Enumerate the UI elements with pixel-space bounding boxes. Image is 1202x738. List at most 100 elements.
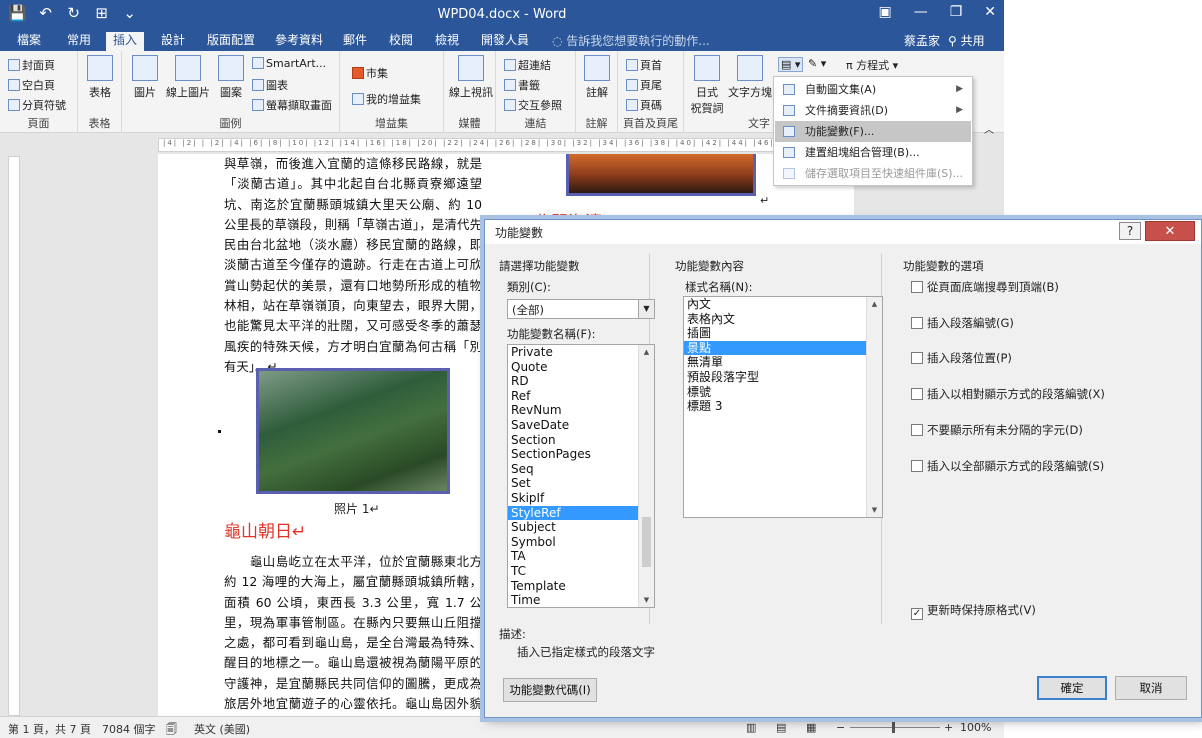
category-select[interactable]: (全部) ▼ [507,299,655,319]
hyperlink-button[interactable]: 超連結 [504,57,551,73]
zoom-slider-thumb[interactable] [892,722,895,733]
cover-page-button[interactable]: 封面頁 [8,57,55,73]
blank-page-button[interactable]: 空白頁 [8,77,55,93]
list-item[interactable]: TA [508,549,654,564]
equation-button[interactable]: π 方程式 ▾ [846,57,898,73]
store-button[interactable]: 市集 [352,65,388,81]
checkbox[interactable] [911,388,923,400]
scroll-up-icon[interactable]: ▲ [639,345,654,359]
list-item[interactable]: 標號 [684,385,882,400]
list-item[interactable]: 表格內文 [684,312,882,327]
tab-insert[interactable]: 插入 [106,32,145,51]
option-search-bottom[interactable]: 從頁面底端搜尋到頂端(B) [911,279,1059,295]
share-button[interactable]: ⚲ 共用 [948,32,985,49]
checkbox[interactable] [911,352,923,364]
tab-mailings[interactable]: 郵件 [336,32,374,51]
help-button[interactable]: ? [1119,222,1141,240]
menu-item-autotext[interactable]: 自動圖文集(A) ▶ [775,79,971,100]
list-item[interactable]: RD [508,374,654,389]
japanese-greeting-button[interactable]: 日式 祝賀詞 [688,55,726,116]
word-count[interactable]: 7084 個字 [102,721,156,737]
list-item[interactable]: 標題 3 [684,399,882,414]
my-addins-button[interactable]: 我的增益集 [352,91,421,107]
list-item[interactable]: Quote [508,360,654,375]
zoom-in-button[interactable]: + [944,721,953,734]
textbox-button[interactable]: 文字方塊 [728,55,772,100]
sunset-photo[interactable] [566,154,756,196]
list-item[interactable]: Private [508,345,654,360]
list-item-selected[interactable]: 景點 [684,340,882,356]
page-break-button[interactable]: 分頁符號 [8,97,66,113]
checkbox-checked[interactable]: ✓ [911,608,923,620]
quick-parts-button[interactable]: ▤ ▾ [778,57,804,72]
header-button[interactable]: 頁首 [626,57,662,73]
list-item[interactable]: TC [508,564,654,579]
list-item[interactable]: Time [508,593,654,607]
online-picture-button[interactable]: 線上圖片 [164,55,212,100]
tab-home[interactable]: 常用 [60,32,98,51]
zoom-slider[interactable] [850,727,940,728]
proofing-icon[interactable]: 🗐 [166,721,177,738]
list-item[interactable]: Set [508,476,654,491]
tab-view[interactable]: 檢視 [428,32,466,51]
chart-button[interactable]: 圖表 [252,77,288,93]
signature-line-button[interactable]: ✎ ▾ [808,57,826,70]
mountain-photo[interactable] [256,368,450,494]
list-item[interactable]: Template [508,579,654,594]
ribbon-display-icon[interactable]: ▣ [878,4,891,20]
picture-button[interactable]: 圖片 [126,55,164,100]
option-relative-number[interactable]: 插入以相對顯示方式的段落編號(X) [911,386,1105,402]
list-item-selected[interactable]: StyleRef [508,505,654,521]
list-item[interactable]: SectionPages [508,447,654,462]
menu-item-building-blocks[interactable]: 建置組塊組合管理(B)... [775,142,971,163]
list-item[interactable]: Seq [508,462,654,477]
read-mode-icon[interactable]: ▥ [746,721,756,734]
close-icon[interactable]: ✕ [984,4,996,20]
web-layout-icon[interactable]: ▦ [806,721,816,734]
list-item[interactable]: SkipIf [508,491,654,506]
list-item[interactable]: 預設段落字型 [684,370,882,385]
footer-button[interactable]: 頁尾 [626,77,662,93]
screenshot-button[interactable]: 螢幕擷取畫面 [252,97,332,113]
checkbox[interactable] [911,460,923,472]
chevron-down-icon[interactable]: ▼ [638,300,654,318]
shapes-button[interactable]: 圖案 [212,55,250,100]
cancel-button[interactable]: 取消 [1115,676,1187,700]
scroll-up-icon[interactable]: ▲ [867,297,882,311]
tab-developer[interactable]: 開發人員 [474,32,536,51]
ok-button[interactable]: 確定 [1037,676,1107,700]
list-item[interactable]: 內文 [684,297,882,312]
option-paragraph-position[interactable]: 插入段落位置(P) [911,350,1012,366]
list-item[interactable]: Symbol [508,535,654,550]
tab-design[interactable]: 設計 [154,32,192,51]
online-video-button[interactable]: 線上視訊 [448,55,494,100]
list-item[interactable]: 插圖 [684,326,882,341]
dialog-close-button[interactable]: ✕ [1145,221,1195,241]
checkbox[interactable] [911,281,923,293]
language-indicator[interactable]: 英文 (美國) [194,721,250,737]
list-item[interactable]: SaveDate [508,418,654,433]
table-button[interactable]: 表格 [81,55,119,100]
page-number-button[interactable]: 頁碼 [626,97,662,113]
option-suppress-chars[interactable]: 不要顯示所有未分隔的字元(D) [911,422,1083,438]
comment-button[interactable]: 註解 [578,55,616,100]
field-codes-button[interactable]: 功能變數代碼(I) [503,678,597,702]
list-item[interactable]: Subject [508,520,654,535]
tell-me-box[interactable]: ◌ 告訴我您想要執行的動作... [552,32,710,49]
checkbox[interactable] [911,424,923,436]
tab-review[interactable]: 校閱 [382,32,420,51]
zoom-level[interactable]: 100% [960,721,991,734]
option-full-context-number[interactable]: 插入以全部顯示方式的段落編號(S) [911,458,1104,474]
vertical-ruler[interactable] [8,156,20,716]
tab-references[interactable]: 參考資料 [268,32,330,51]
menu-item-field[interactable]: 功能變數(F)... [775,121,971,142]
option-preserve-format[interactable]: ✓ 更新時保持原格式(V) [911,602,1036,620]
scrollbar-thumb[interactable] [642,517,651,567]
list-item[interactable]: Section [508,433,654,448]
scroll-down-icon[interactable]: ▼ [639,593,654,607]
option-paragraph-number[interactable]: 插入段落編號(G) [911,315,1014,331]
cross-reference-button[interactable]: 交互參照 [504,97,562,113]
horizontal-ruler[interactable]: |4| |2| | |2| |4| |6| |8| |10| |12| |14|… [158,138,778,152]
page-count[interactable]: 第 1 頁，共 7 頁 [8,721,91,737]
user-name[interactable]: 蔡孟家 [904,32,940,49]
